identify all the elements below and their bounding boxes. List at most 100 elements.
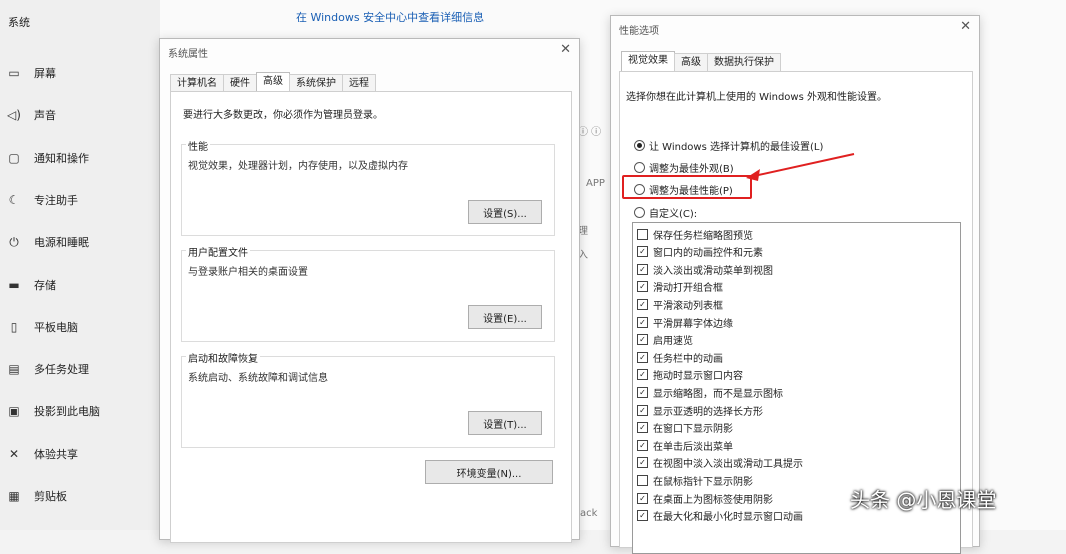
help-icon[interactable]: ⓘ ⓘ: [578, 123, 601, 138]
visual-effect-label: 在最大化和最小化时显示窗口动画: [653, 512, 803, 524]
system-properties-dialog: 系统属性 ✕ 计算机名 硬件 高级 系统保护 远程 要进行大多数更改，你必须作为管理员登…: [159, 38, 580, 543]
perf-tab-0[interactable]: 视觉效果: [621, 51, 675, 71]
visual-effect-item[interactable]: 在鼠标指针下显示阴影: [637, 473, 753, 488]
sidebar-item-4[interactable]: ⏻ 电源和睡眠: [0, 227, 160, 257]
sidebar-item-8[interactable]: ▣ 投影到此电脑: [0, 396, 160, 426]
group-description: 与登录账户相关的桌面设置: [188, 267, 308, 278]
checkbox-checked-icon[interactable]: ✓: [637, 246, 648, 258]
visual-effect-item[interactable]: ✓ 显示亚透明的选择长方形: [637, 403, 763, 418]
sidebar-item-9[interactable]: ✕ 体验共享: [0, 439, 160, 469]
visual-effect-item[interactable]: ✓ 在视图中淡入淡出或滑动工具提示: [637, 456, 803, 470]
checkbox-checked-icon[interactable]: ✓: [637, 351, 648, 363]
visual-effect-item[interactable]: ✓ 平滑滚动列表框: [637, 297, 723, 312]
checkbox-checked-icon[interactable]: ✓: [637, 369, 648, 381]
checkbox-checked-icon[interactable]: ✓: [637, 457, 648, 469]
sidebar-item-label: 平板电脑: [34, 320, 78, 334]
visual-effect-label: 启用速览: [653, 336, 693, 348]
checkbox-unchecked-icon[interactable]: [637, 474, 648, 486]
sidebar-item-label: 剪贴板: [34, 490, 67, 503]
visual-effect-item[interactable]: ✓ 显示缩略图，而不是显示图标: [637, 385, 783, 400]
performance-settings-button[interactable]: 设置(S)...: [468, 200, 542, 224]
sidebar-item-label: 声音: [34, 109, 56, 123]
sysprops-tab-0[interactable]: 计算机名: [170, 74, 224, 92]
visual-effect-item[interactable]: ✓ 淡入淡出或滑动菜单到视图: [637, 262, 773, 277]
performance-radio-3[interactable]: 自定义(C):: [634, 205, 697, 220]
settings-sidebar: 系统 ▭ 屏幕 ◁) 声音 ▢ 通知和操作 ☾ 专注助手 ⏻ 电源和睡眠 ▬ 存储 ▯ 平板电脑 ▤ 多任务处…: [0, 0, 160, 530]
environment-variables-button[interactable]: 环境变量(N)...: [425, 460, 553, 484]
visual-effects-intro: 选择你想在此计算机上使用的 Windows 外观和性能设置。: [626, 92, 887, 103]
sidebar-item-label: 通知和操作: [34, 151, 89, 165]
sidebar-item-3[interactable]: ☾ 专注助手: [0, 185, 160, 215]
checkbox-checked-icon[interactable]: ✓: [637, 510, 648, 522]
checkbox-checked-icon[interactable]: ✓: [637, 298, 648, 310]
visual-effect-label: 显示缩略图，而不是显示图标: [653, 388, 783, 400]
sysprops-tab-3[interactable]: 系统保护: [289, 74, 343, 92]
group-title: 用户配置文件: [186, 244, 250, 259]
checkbox-unchecked-icon[interactable]: [637, 228, 648, 240]
perf-tab-2[interactable]: 数据执行保护: [707, 53, 781, 71]
visual-effect-item[interactable]: ✓ 在最大化和最小化时显示窗口动画: [637, 509, 803, 523]
sidebar-item-2[interactable]: ▢ 通知和操作: [0, 143, 160, 173]
security-center-link[interactable]: 在 Windows 安全中心中查看详细信息: [296, 9, 484, 25]
visual-effect-label: 平滑屏幕字体边缘: [653, 318, 733, 330]
visual-effect-item[interactable]: ✓ 在桌面上为图标签使用阴影: [637, 491, 773, 506]
checkbox-checked-icon[interactable]: ✓: [637, 422, 648, 434]
close-icon[interactable]: ✕: [960, 19, 971, 34]
sidebar-item-label: 电源和睡眠: [34, 236, 89, 250]
performance-radio-1[interactable]: 调整为最佳外观(B): [634, 160, 734, 175]
visual-effect-label: 平滑滚动列表框: [653, 300, 723, 312]
sysprops-tab-2[interactable]: 高级: [256, 72, 290, 92]
startup-recovery-settings-button[interactable]: 设置(T)...: [468, 411, 542, 435]
highlight-box: [622, 175, 752, 199]
checkbox-checked-icon[interactable]: ✓: [637, 492, 648, 504]
close-icon[interactable]: ✕: [560, 42, 571, 57]
visual-effect-label: 淡入淡出或滑动菜单到视图: [653, 265, 773, 277]
advanced-tab-panel: 要进行大多数更改，你必须作为管理员登录。 性能 视觉效果，处理器计划，内存使用，…: [170, 91, 572, 543]
radio-dot[interactable]: [634, 140, 645, 151]
visual-effect-label: 在桌面上为图标签使用阴影: [653, 494, 773, 506]
sidebar-item-7[interactable]: ▤ 多任务处理: [0, 354, 160, 384]
visual-effect-item[interactable]: ✓ 任务栏中的动画: [637, 350, 723, 365]
startup-recovery-group: 启动和故障恢复 系统启动、系统故障和调试信息 设置(T)...: [181, 350, 555, 448]
checkbox-checked-icon[interactable]: ✓: [637, 386, 648, 398]
visual-effect-label: 在单击后淡出菜单: [653, 441, 733, 453]
sidebar-item-1[interactable]: ◁) 声音: [0, 100, 160, 130]
sidebar-item-6[interactable]: ▯ 平板电脑: [0, 312, 160, 342]
perf-tab-1[interactable]: 高级: [674, 53, 708, 71]
group-title: 性能: [186, 138, 210, 153]
sidebar-item-5[interactable]: ▬ 存储: [0, 270, 160, 300]
sysprops-tab-4[interactable]: 远程: [342, 74, 376, 92]
sysprops-tab-1[interactable]: 硬件: [223, 74, 257, 92]
visual-effect-item[interactable]: ✓ 平滑屏幕字体边缘: [637, 315, 733, 330]
checkbox-checked-icon[interactable]: ✓: [637, 404, 648, 416]
background-fragment: APP: [586, 178, 605, 189]
visual-effect-item[interactable]: ✓ 拖动时显示窗口内容: [637, 368, 743, 382]
visual-effect-item[interactable]: ✓ 窗口内的动画控件和元素: [637, 245, 763, 259]
visual-effect-item[interactable]: ✓ 在单击后淡出菜单: [637, 438, 733, 453]
visual-effect-item[interactable]: 保存任务栏缩略图预览: [637, 227, 753, 242]
sidebar-item-10[interactable]: ▦ 剪贴板: [0, 481, 160, 511]
checkbox-checked-icon[interactable]: ✓: [637, 281, 648, 293]
visual-effect-item[interactable]: ✓ 滑动打开组合框: [637, 280, 723, 294]
radio-dot[interactable]: [634, 162, 645, 173]
sidebar-item-0[interactable]: ▭ 屏幕: [0, 58, 160, 88]
checkbox-checked-icon[interactable]: ✓: [637, 334, 648, 346]
user-profiles-settings-button[interactable]: 设置(E)...: [468, 305, 542, 329]
user-profiles-group: 用户配置文件 与登录账户相关的桌面设置 设置(E)...: [181, 244, 555, 342]
visual-effect-item[interactable]: ✓ 启用速览: [637, 333, 693, 347]
radio-dot[interactable]: [634, 207, 645, 218]
dialog-title: 性能选项: [619, 26, 659, 37]
checkbox-checked-icon[interactable]: ✓: [637, 439, 648, 451]
group-title: 启动和故障恢复: [186, 350, 260, 365]
sidebar-item-label: 专注助手: [34, 193, 78, 207]
visual-effect-label: 在窗口下显示阴影: [653, 424, 733, 436]
sidebar-item-label: 存储: [34, 278, 56, 292]
visual-effect-item[interactable]: ✓ 在窗口下显示阴影: [637, 421, 733, 435]
visual-effect-label: 显示亚透明的选择长方形: [653, 406, 763, 418]
power-icon: ⏻: [9, 234, 19, 249]
checkbox-checked-icon[interactable]: ✓: [637, 316, 648, 328]
multitask-icon: ▤: [8, 362, 20, 377]
visual-effects-panel: 选择你想在此计算机上使用的 Windows 外观和性能设置。 让 Windows…: [619, 71, 973, 554]
checkbox-checked-icon[interactable]: ✓: [637, 263, 648, 275]
speaker-icon: ◁): [7, 108, 21, 123]
